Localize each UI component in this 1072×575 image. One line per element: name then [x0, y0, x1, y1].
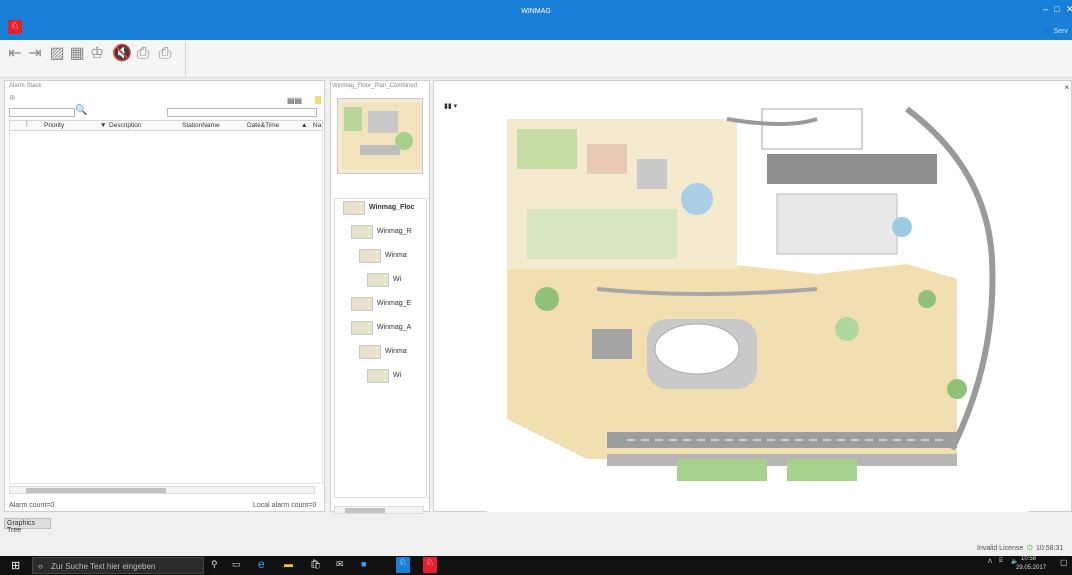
- graphics-tree-tab[interactable]: Graphics Tree: [4, 518, 51, 534]
- view-title: Winmag_Floor_Plan_Combined: [332, 83, 418, 89]
- user-label[interactable]: 👤 Serv: [1043, 27, 1068, 35]
- col-datetime[interactable]: Date&Time: [247, 122, 279, 129]
- tree-thumbnail: [359, 249, 381, 263]
- tray-up-icon[interactable]: ᐱ: [988, 558, 992, 565]
- tree-thumbnail: [367, 273, 389, 287]
- overview-map-icon: [342, 103, 420, 169]
- app-logo-icon: ♘: [8, 20, 22, 34]
- windows-start-icon[interactable]: ⊞: [11, 559, 20, 572]
- sort-asc-icon[interactable]: ▲: [301, 122, 307, 129]
- search-icon[interactable]: 🔍: [75, 105, 87, 116]
- tree-scrollbar[interactable]: [334, 506, 424, 514]
- globe-icon[interactable]: ⊕: [9, 93, 16, 102]
- tree-thumbnail: [359, 345, 381, 359]
- airport-map: [487, 99, 1028, 512]
- power-status-icon: ⏻: [1027, 545, 1033, 552]
- view-list-icon[interactable]: ▤▤: [287, 96, 302, 105]
- toolbar-group: ⇤ ⇥ ▨ ▦ ♔ 🔇 ⎙ ⎙: [4, 42, 186, 76]
- tree-thumbnail: [351, 321, 373, 335]
- panel-title: Alarm Stack: [9, 83, 42, 89]
- mute-icon[interactable]: 🔇: [112, 45, 132, 63]
- tree-item[interactable]: Winmag_Floc: [369, 204, 414, 211]
- alarm-grid[interactable]: [9, 131, 323, 484]
- tree-thumbnail: [351, 225, 373, 239]
- tree-scroll-thumb[interactable]: [345, 508, 385, 513]
- license-status: Invalid License: [977, 545, 1024, 552]
- network-icon[interactable]: ⌸: [999, 558, 1003, 565]
- window-title: WINMAG: [521, 8, 551, 15]
- app-icon[interactable]: ■: [361, 559, 366, 569]
- status-clock: 10:58:31: [1036, 545, 1064, 552]
- task-view-icon[interactable]: ▭: [232, 559, 241, 570]
- mail-icon[interactable]: ✉: [336, 559, 344, 570]
- tree-item[interactable]: Winmag_E: [377, 300, 411, 307]
- floor-plan-tree-panel: Winmag_Floc Winmag_R Winma Wi Winmag_E Winmag…: [330, 80, 430, 514]
- cortana-icon: ○: [38, 562, 43, 571]
- priority-filter-input[interactable]: [9, 108, 75, 117]
- close-button[interactable]: ✕: [1066, 4, 1072, 15]
- local-alarm-count: Local alarm count=0: [253, 502, 317, 509]
- scroll-thumb[interactable]: [25, 488, 166, 493]
- file-explorer-icon[interactable]: ▬: [284, 559, 293, 569]
- title-bar: WINMAG ♘ – □ ✕ 👤 Serv: [0, 0, 1072, 40]
- alarm-stack-panel: Alarm Stack ⊕ 🔍 ▤▤ | Priority ▼ Descript…: [4, 80, 325, 512]
- people-icon[interactable]: ♔: [88, 45, 106, 63]
- description-filter-input[interactable]: [167, 108, 317, 117]
- tree-item[interactable]: Wi: [393, 372, 401, 379]
- minimize-button[interactable]: –: [1043, 4, 1048, 14]
- print-icon[interactable]: ⎙: [134, 45, 152, 63]
- edge-icon[interactable]: e: [258, 557, 265, 571]
- col-priority[interactable]: Priority: [44, 122, 64, 129]
- floor-plan-overview[interactable]: [337, 98, 423, 174]
- winmag-active-icon[interactable]: ♘: [423, 557, 437, 573]
- windows-taskbar: ⊞ ○ Zur Suche Text hier eingeben ⚲ ▭ e ▬…: [0, 556, 1072, 575]
- tree-item[interactable]: Winmag_R: [377, 228, 412, 235]
- maximize-button[interactable]: □: [1054, 4, 1059, 14]
- tree-item[interactable]: Winma: [385, 348, 407, 355]
- horizontal-scrollbar[interactable]: [9, 486, 315, 494]
- map-layer-menu[interactable]: ▮▮ ▾: [444, 102, 457, 110]
- volume-icon[interactable]: 🔈: [1011, 558, 1018, 565]
- col-description[interactable]: Description: [109, 122, 142, 129]
- winmag-icon[interactable]: ♘: [396, 557, 410, 573]
- taskbar-date[interactable]: 29.05.2017: [1016, 565, 1046, 571]
- print-preview-icon[interactable]: ⎙: [156, 45, 174, 63]
- grid-icon[interactable]: ▦: [68, 45, 86, 63]
- grid-header: | Priority ▼ Description StationName Dat…: [9, 120, 323, 131]
- microphone-icon[interactable]: ⚲: [211, 559, 218, 570]
- notifications-icon[interactable]: ▢: [1060, 558, 1068, 567]
- tree-thumbnail: [351, 297, 373, 311]
- col-name[interactable]: Na: [313, 122, 321, 129]
- back-icon[interactable]: ⇤: [6, 45, 24, 63]
- close-view-icon[interactable]: ×: [1064, 83, 1069, 92]
- taskbar-search-input[interactable]: ○ Zur Suche Text hier eingeben: [32, 557, 204, 574]
- main-toolbar: ⇤ ⇥ ▨ ▦ ♔ 🔇 ⎙ ⎙: [0, 40, 1072, 78]
- tree-item[interactable]: Winmag_A: [377, 324, 411, 331]
- forward-icon[interactable]: ⇥: [26, 45, 44, 63]
- tree-item[interactable]: Wi: [393, 276, 401, 283]
- graphics-tree[interactable]: Winmag_Floc Winmag_R Winma Wi Winmag_E Winmag…: [334, 198, 427, 498]
- floor-plan-view: Winmag_Floor_Plan_Combined × ▮▮ ▾: [332, 80, 1072, 512]
- note-icon[interactable]: [315, 96, 321, 104]
- tree-thumbnail: [343, 201, 365, 215]
- airport-floor-plan[interactable]: [487, 99, 1028, 512]
- col-divider: |: [26, 120, 28, 127]
- filter-arrow-icon[interactable]: ▼: [100, 122, 106, 129]
- store-icon[interactable]: 🛍: [310, 559, 321, 570]
- taskbar-time[interactable]: 10:58: [1021, 556, 1036, 562]
- col-station[interactable]: StationName: [182, 122, 220, 129]
- tree-item[interactable]: Winma: [385, 252, 407, 259]
- graph-icon[interactable]: ▨: [48, 45, 66, 63]
- alarm-count: Alarm count=0: [9, 502, 55, 509]
- tree-thumbnail: [367, 369, 389, 383]
